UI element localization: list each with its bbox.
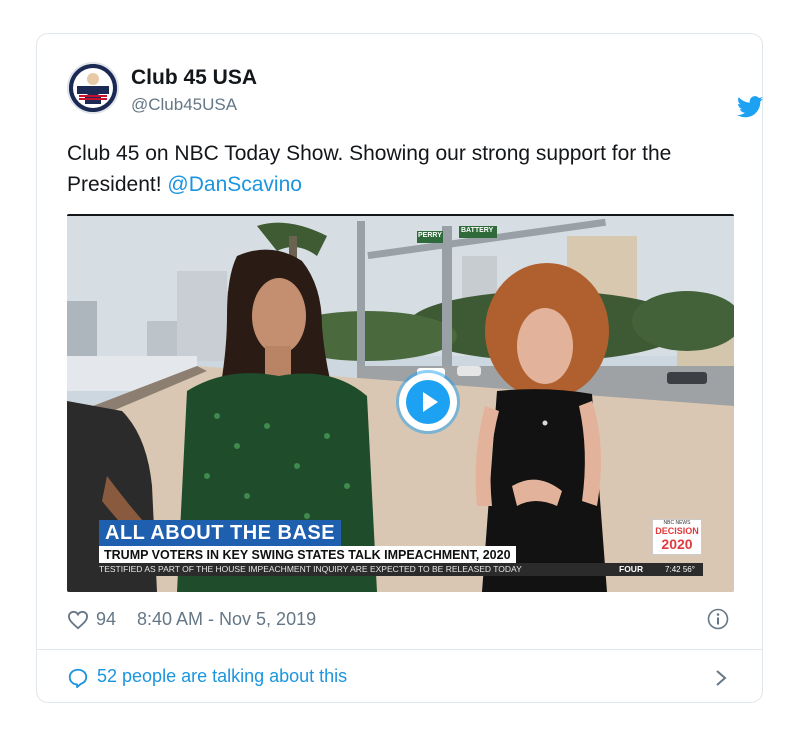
talking-count[interactable]: 52 people are talking about this — [97, 666, 347, 687]
info-icon[interactable] — [707, 608, 729, 630]
decision-2020-badge: NBC NEWS DECISION 2020 — [652, 519, 702, 555]
tweet-text: Club 45 on NBC Today Show. Showing our s… — [67, 138, 727, 200]
display-name[interactable]: Club 45 USA — [131, 66, 257, 90]
lower-third-subtitle: TRUMP VOTERS IN KEY SWING STATES TALK IM… — [99, 546, 516, 564]
lower-third-title: ALL ABOUT THE BASE — [99, 520, 342, 547]
speech-bubble-icon — [68, 668, 88, 689]
tweet-body: Club 45 on NBC Today Show. Showing our s… — [67, 142, 672, 196]
tweet-card: Club 45 USA @Club45USA Club 45 on NBC To… — [36, 33, 763, 703]
like-count[interactable]: 94 — [96, 609, 116, 630]
play-icon — [406, 380, 450, 424]
divider — [37, 649, 762, 650]
avatar-image — [69, 64, 117, 112]
heart-icon[interactable] — [67, 610, 89, 630]
play-button[interactable] — [399, 373, 457, 431]
avatar[interactable] — [67, 62, 119, 114]
timestamp[interactable]: 8:40 AM - Nov 5, 2019 — [137, 609, 316, 630]
badge-line2: 2020 — [661, 536, 693, 552]
tweet-meta: 94 8:40 AM - Nov 5, 2019 — [67, 608, 737, 634]
tweet-header: Club 45 USA @Club45USA — [67, 62, 763, 118]
user-handle[interactable]: @Club45USA — [131, 95, 237, 115]
street-sign-2: BATTERY — [461, 227, 494, 234]
mention-link[interactable]: @DanScavino — [167, 173, 302, 196]
twitter-bird-icon[interactable] — [737, 96, 763, 118]
conversation-link[interactable]: 52 people are talking about this — [67, 664, 737, 692]
chevron-right-icon[interactable] — [714, 668, 728, 688]
badge-line1: DECISION — [655, 526, 699, 536]
news-ticker: TESTIFIED AS PART OF THE HOUSE IMPEACHME… — [93, 563, 659, 576]
ticker-next: FOUR — [619, 564, 644, 574]
video-player[interactable]: ALL ABOUT THE BASE TRUMP VOTERS IN KEY S… — [67, 214, 734, 592]
street-sign-1: PERRY — [418, 232, 442, 239]
broadcast-clock: 7:42 56° — [657, 563, 703, 576]
